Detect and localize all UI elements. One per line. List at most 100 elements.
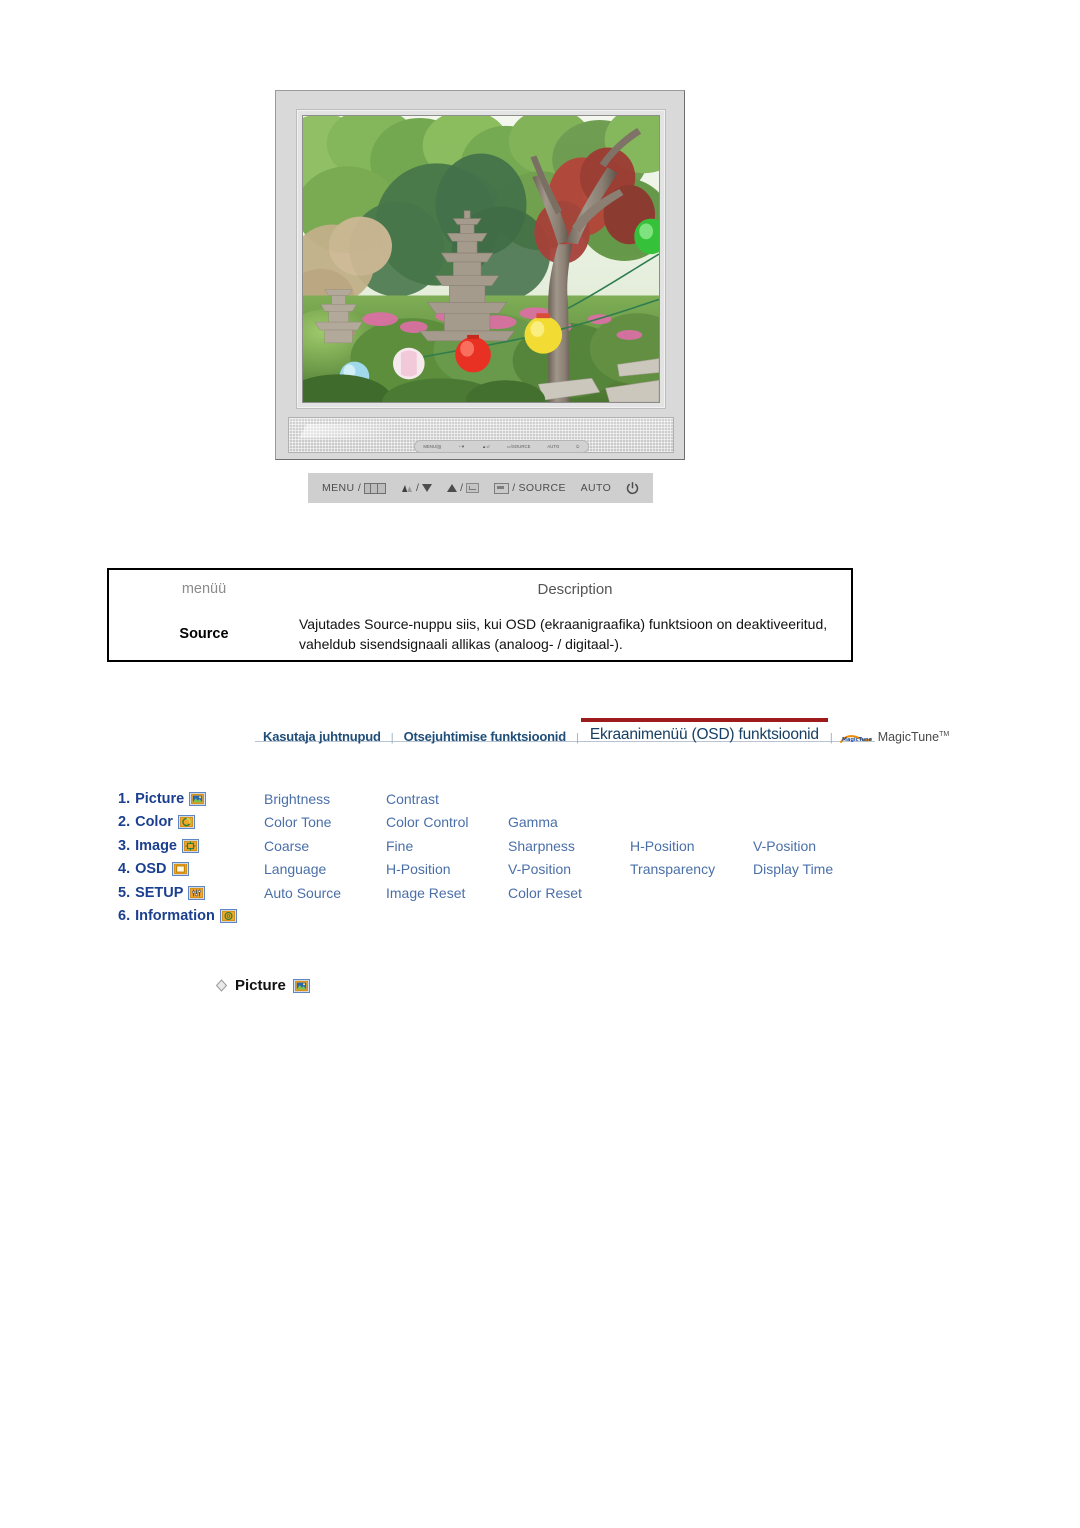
- menu-item-transparency[interactable]: Transparency: [630, 861, 753, 877]
- menu-number-5: 5.: [118, 884, 131, 901]
- nav-separator-2: |: [575, 732, 579, 744]
- diamond-bullet-icon: [215, 979, 228, 992]
- monitor-inner-bezel: [296, 109, 666, 409]
- nav-item-direct-functions[interactable]: Otsejuhtimise funktsioonid: [396, 729, 574, 749]
- mini-up-label: ▲⏎: [482, 444, 490, 449]
- menu-row-picture: 1. Picture Brightness Contrast: [118, 787, 878, 811]
- menu-row-color: 2. Color Color Tone Color Control Gamma: [118, 811, 878, 835]
- menu-item-osd-v-position[interactable]: V-Position: [508, 861, 630, 877]
- picture-section-heading: Picture: [215, 977, 310, 994]
- cell-menu-name: Source: [179, 626, 229, 642]
- menu-item-fine[interactable]: Fine: [386, 838, 508, 854]
- mini-source-label: ▭/SOURCE: [506, 444, 531, 449]
- magictune-label[interactable]: MagicTuneTM: [878, 730, 949, 749]
- menu-item-color-reset[interactable]: Color Reset: [508, 885, 630, 901]
- menu-label-picture[interactable]: 1. Picture: [118, 791, 264, 807]
- mini-auto-label: AUTO: [547, 444, 560, 449]
- osd-icon: [171, 862, 189, 877]
- menu-name-setup: SETUP: [135, 884, 184, 901]
- source-icon: [494, 482, 510, 494]
- osd-bars-icon: [364, 482, 387, 494]
- menu-name-picture: Picture: [135, 790, 185, 807]
- legend-up-separator: /: [460, 482, 464, 494]
- brightness-icon: [401, 483, 413, 493]
- menu-row-image: 3. Image Coarse Fine Sharpness H-Positio…: [118, 834, 878, 858]
- mini-power-label: ⏻: [576, 444, 580, 449]
- nav-separator-1: |: [390, 732, 394, 744]
- triangle-up-icon: [447, 484, 458, 492]
- menu-number-6: 6.: [118, 908, 131, 925]
- menu-number-2: 2.: [118, 814, 131, 831]
- menu-label-image[interactable]: 3. Image: [118, 838, 264, 854]
- garden-photo: [303, 116, 659, 402]
- setup-icon: [188, 885, 206, 900]
- legend-menu-label: MENU /: [322, 482, 362, 494]
- menu-label-osd[interactable]: 4. OSD: [118, 861, 264, 877]
- menu-number-4: 4.: [118, 861, 131, 878]
- legend-source-button[interactable]: / SOURCE: [494, 482, 566, 494]
- monitor-figure: MENU/▥ ◔▼ ▲⏎ ▭/SOURCE AUTO ⏻: [275, 90, 685, 460]
- legend-menu-button[interactable]: MENU /: [322, 482, 387, 494]
- menu-name-color: Color: [135, 814, 173, 831]
- mini-menu-label: MENU/▥: [423, 444, 442, 449]
- menu-item-sharpness[interactable]: Sharpness: [508, 838, 630, 854]
- menu-item-gamma[interactable]: Gamma: [508, 814, 630, 830]
- menu-item-image-reset[interactable]: Image Reset: [386, 885, 508, 901]
- information-icon: [219, 909, 237, 924]
- color-icon: [177, 815, 195, 830]
- legend-source-label: SOURCE: [518, 482, 566, 494]
- menu-name-information: Information: [135, 908, 215, 925]
- svg-text:MagicTune: MagicTune: [842, 737, 873, 743]
- menu-item-h-position[interactable]: H-Position: [630, 838, 753, 854]
- menu-item-color-control[interactable]: Color Control: [386, 814, 508, 830]
- cell-description-text: Vajutades Source-nuppu siis, kui OSD (ek…: [299, 615, 828, 652]
- nav-item-user-controls[interactable]: Kasutaja juhtnupud: [255, 729, 389, 749]
- column-header-menu: menüü: [181, 581, 227, 597]
- legend-power-button[interactable]: [626, 481, 639, 495]
- menu-item-v-position[interactable]: V-Position: [753, 838, 876, 854]
- menu-item-language[interactable]: Language: [264, 861, 386, 877]
- picture-heading-label: Picture: [235, 977, 286, 994]
- bezel-sheen: [299, 424, 397, 438]
- picture-icon: [189, 791, 207, 806]
- menu-number-3: 3.: [118, 837, 131, 854]
- monitor-outer-frame: MENU/▥ ◔▼ ▲⏎ ▭/SOURCE AUTO ⏻: [275, 90, 685, 460]
- nav-item-osd-functions[interactable]: Ekraanimenüü (OSD) funktsioonid: [580, 718, 828, 749]
- menu-label-setup[interactable]: 5. SETUP: [118, 885, 264, 901]
- table-row: Source Vajutades Source-nuppu siis, kui …: [109, 608, 851, 660]
- legend-auto-label: AUTO: [580, 482, 612, 494]
- menu-item-brightness[interactable]: Brightness: [264, 791, 386, 807]
- menu-row-information: 6. Information: [118, 905, 878, 929]
- menu-label-color[interactable]: 2. Color: [118, 814, 264, 830]
- legend-brightness-down-button[interactable]: /: [401, 482, 433, 494]
- monitor-button-legend: MENU / / / / SOURCE AUTO: [308, 473, 653, 503]
- legend-auto-button[interactable]: AUTO: [581, 482, 612, 494]
- menu-row-osd: 4. OSD Language H-Position V-Position Tr…: [118, 858, 878, 882]
- menu-row-setup: 5. SETUP Auto Source Image Reset Color R…: [118, 881, 878, 905]
- image-icon: [182, 838, 200, 853]
- menu-name-image: Image: [135, 837, 178, 854]
- menu-item-color-tone[interactable]: Color Tone: [264, 814, 386, 830]
- picture-icon: [292, 978, 310, 993]
- column-header-description: Description: [537, 580, 613, 598]
- triangle-down-icon: [422, 484, 433, 492]
- osd-menu-overview-grid: 1. Picture Brightness Contrast 2. Color …: [118, 787, 878, 928]
- legend-up-enter-button[interactable]: /: [447, 482, 480, 494]
- monitor-bottom-bezel: MENU/▥ ◔▼ ▲⏎ ▭/SOURCE AUTO ⏻: [288, 417, 674, 453]
- menu-item-display-time[interactable]: Display Time: [753, 861, 876, 877]
- menu-number-1: 1.: [118, 790, 131, 807]
- menu-item-osd-h-position[interactable]: H-Position: [386, 861, 508, 877]
- magictune-logo-icon: MagicTune: [839, 733, 873, 746]
- menu-name-osd: OSD: [135, 861, 167, 878]
- menu-label-information[interactable]: 6. Information: [118, 908, 264, 924]
- enter-icon: [466, 483, 480, 493]
- nav-separator-3: |: [829, 732, 833, 744]
- monitor-screen: [302, 115, 660, 403]
- menu-item-coarse[interactable]: Coarse: [264, 838, 386, 854]
- source-description-table: menüü Description Source Vajutades Sourc…: [107, 568, 853, 662]
- monitor-onscreen-button-strip[interactable]: MENU/▥ ◔▼ ▲⏎ ▭/SOURCE AUTO ⏻: [414, 440, 589, 453]
- nav-strip: Kasutaja juhtnupud | Otsejuhtimise funkt…: [255, 718, 949, 749]
- power-icon: [626, 481, 639, 495]
- menu-item-contrast[interactable]: Contrast: [386, 791, 508, 807]
- menu-item-auto-source[interactable]: Auto Source: [264, 885, 386, 901]
